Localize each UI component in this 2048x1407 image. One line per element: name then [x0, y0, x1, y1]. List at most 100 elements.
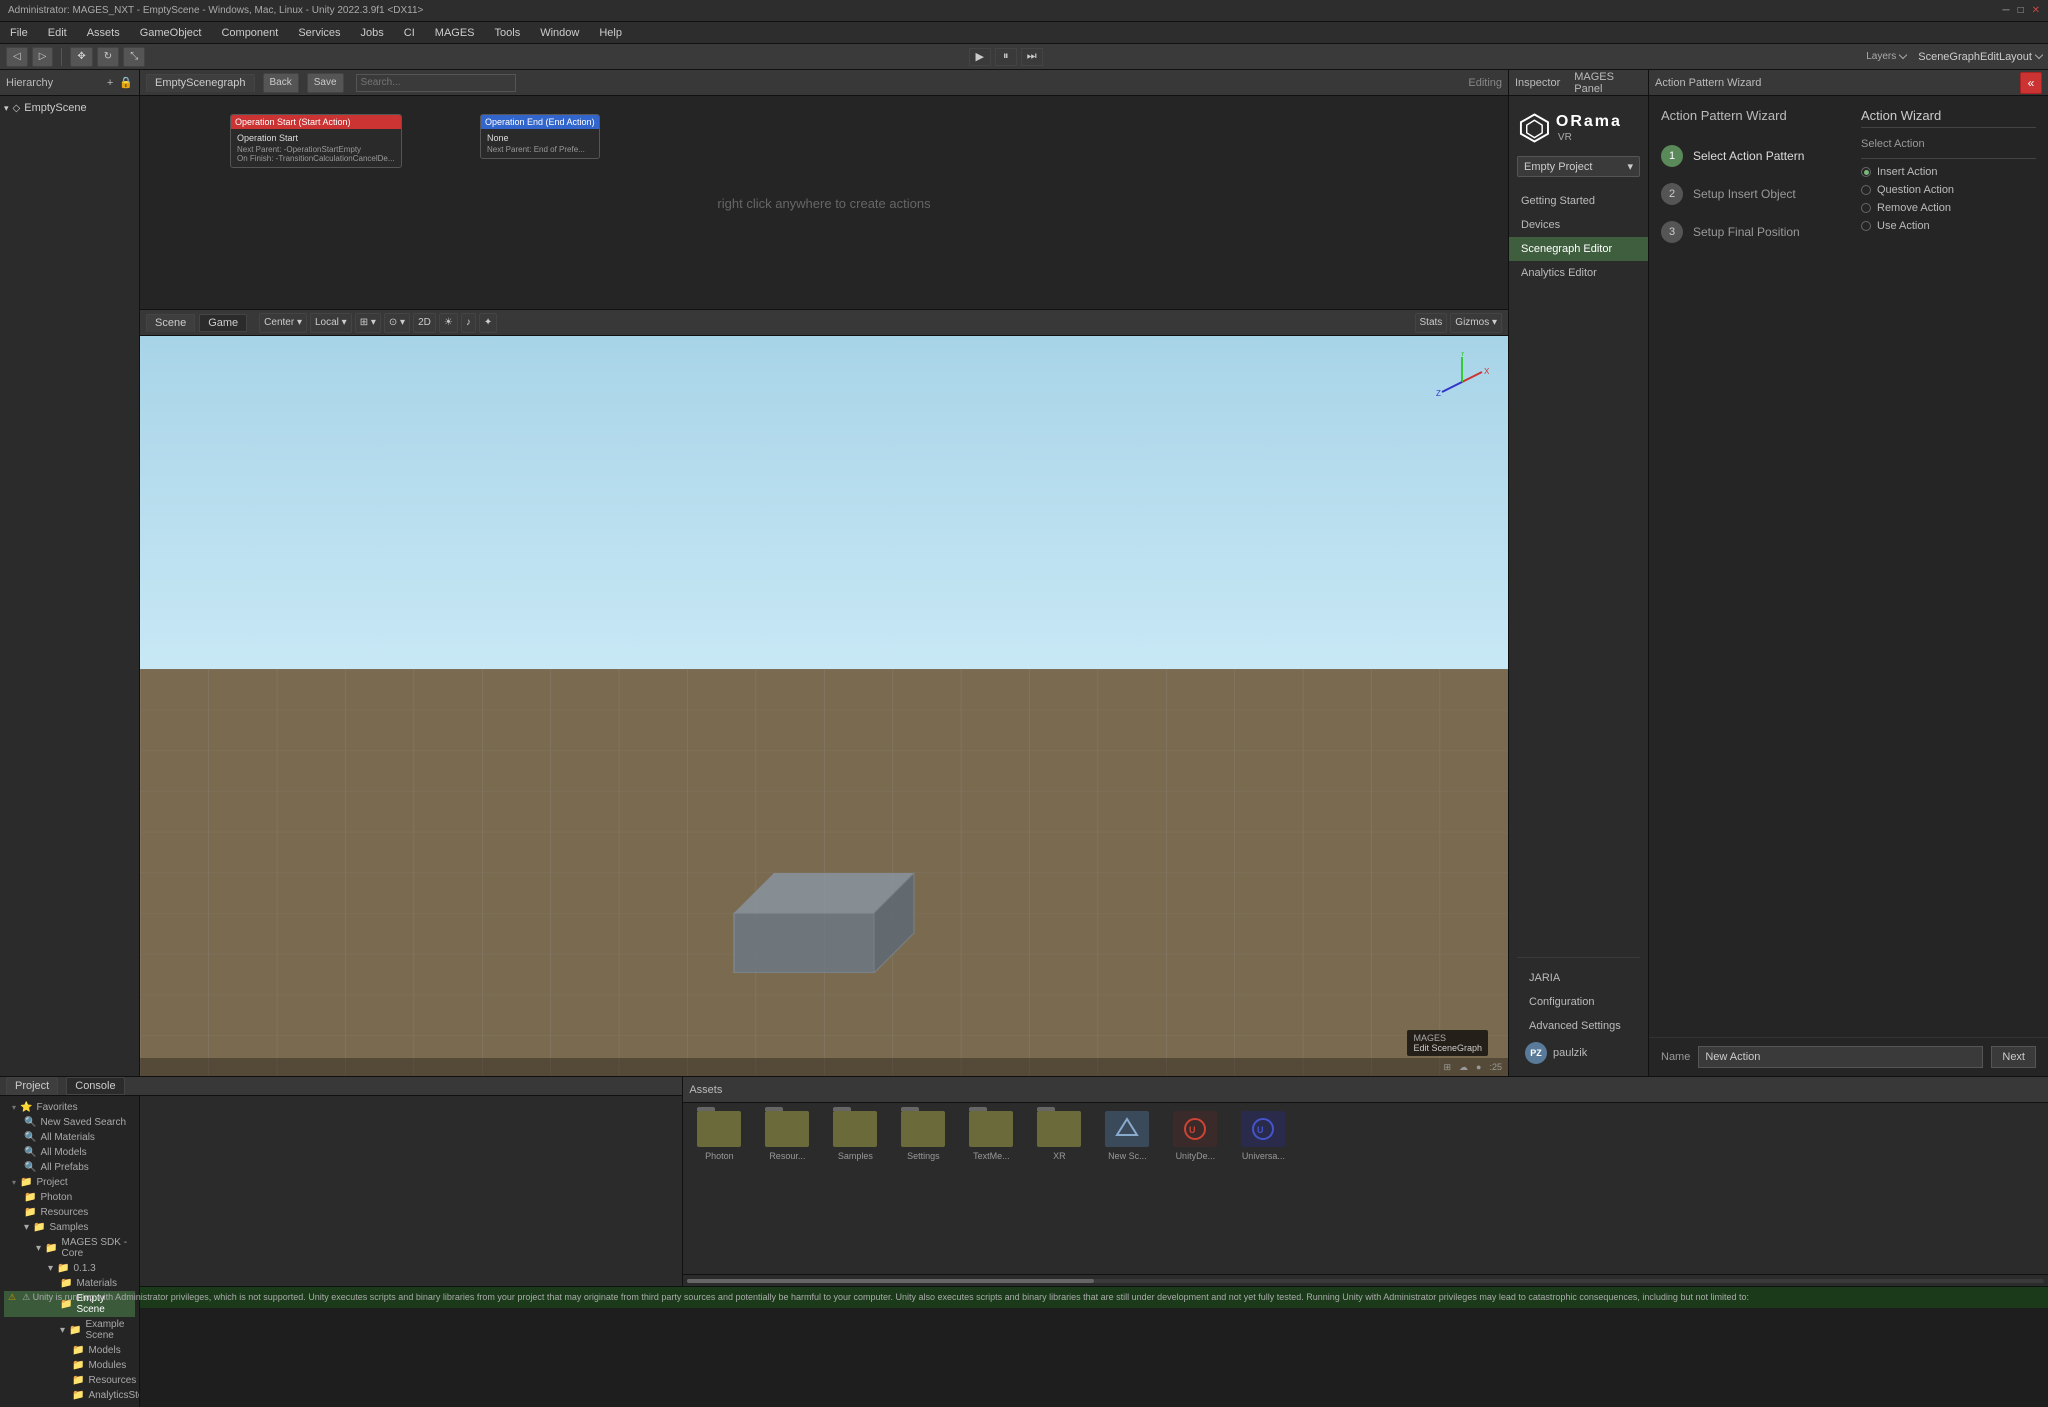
scrollbar-thumb[interactable] — [687, 1279, 1094, 1283]
scene-footer-icon1[interactable]: ⊞ — [1444, 1062, 1452, 1073]
empty-scene-label[interactable]: EmptyScene — [24, 102, 86, 114]
radio-question — [1861, 185, 1871, 195]
favorites-label[interactable]: Favorites — [36, 1102, 77, 1113]
tree-resources2[interactable]: 📁 Resources — [4, 1373, 135, 1388]
menu-file[interactable]: File — [6, 25, 32, 41]
menu-help[interactable]: Help — [595, 25, 626, 41]
scene-footer-icon3[interactable]: ● — [1476, 1062, 1481, 1072]
asset-xr[interactable]: XR — [1031, 1111, 1087, 1161]
tree-new-saved-search[interactable]: 🔍 New Saved Search — [4, 1115, 135, 1130]
asset-new-scene[interactable]: New Sc... — [1099, 1111, 1155, 1161]
assets-content: Photon Resour... Samples Settings TextMe… — [683, 1103, 2048, 1274]
light-toggle[interactable]: ☀ — [439, 313, 458, 333]
undo-btn[interactable]: ◁ — [6, 47, 28, 67]
view-dropdown[interactable]: 2D — [413, 313, 436, 333]
maximize-btn[interactable]: □ — [2018, 5, 2024, 16]
tree-example-scene[interactable]: ▾ 📁 Example Scene — [4, 1317, 135, 1343]
asset-unity-de[interactable]: U UnityDe... — [1167, 1111, 1223, 1161]
asset-resources[interactable]: Resour... — [759, 1111, 815, 1161]
layers-dropdown[interactable] — [1899, 51, 1907, 59]
sg-node-start[interactable]: Operation Start (Start Action) Operation… — [230, 114, 402, 168]
tree-samples[interactable]: ▾ 📁 Samples — [4, 1220, 135, 1235]
menu-gameobject[interactable]: GameObject — [136, 25, 206, 41]
tab-project[interactable]: Project — [6, 1077, 58, 1095]
name-input[interactable] — [1698, 1046, 1983, 1068]
tab-game[interactable]: Game — [199, 314, 247, 332]
action-insert[interactable]: Insert Action — [1861, 163, 2036, 181]
menu-services[interactable]: Services — [294, 25, 344, 41]
hierarchy-expand[interactable]: + — [107, 77, 113, 89]
nav-jaria[interactable]: JARIA — [1517, 966, 1640, 990]
center-dropdown[interactable]: Center ▾ — [259, 313, 307, 333]
asset-settings-label: Settings — [907, 1151, 940, 1161]
back-btn[interactable]: Back — [263, 73, 299, 93]
tab-console[interactable]: Console — [66, 1077, 124, 1095]
hierarchy-lock[interactable]: 🔒 — [119, 76, 133, 89]
audio-toggle[interactable]: ♪ — [461, 313, 476, 333]
action-use[interactable]: Use Action — [1861, 217, 2036, 235]
gizmos-dropdown[interactable]: Gizmos ▾ — [1450, 313, 1502, 333]
next-btn[interactable]: Next — [1991, 1046, 2036, 1068]
nav-devices[interactable]: Devices — [1509, 213, 1648, 237]
tree-materials[interactable]: 📁 Materials — [4, 1276, 135, 1291]
tool-rotate[interactable]: ↻ — [97, 47, 119, 67]
mages-sdk-arrow: ▾ — [36, 1243, 41, 1254]
redo-btn[interactable]: ▷ — [32, 47, 54, 67]
menu-edit[interactable]: Edit — [44, 25, 71, 41]
menu-window[interactable]: Window — [536, 25, 583, 41]
gizmo-dropdown[interactable]: ⊙ ▾ — [384, 313, 410, 333]
asset-photon[interactable]: Photon — [691, 1111, 747, 1161]
close-btn[interactable]: ✕ — [2032, 5, 2040, 16]
tab-scene[interactable]: Scene — [146, 314, 195, 332]
tree-resources[interactable]: 📁 Resources — [4, 1205, 135, 1220]
action-remove[interactable]: Remove Action — [1861, 199, 2036, 217]
tab-scenegraph[interactable]: EmptyScenegraph — [146, 74, 255, 92]
menu-assets[interactable]: Assets — [83, 25, 124, 41]
tree-photon[interactable]: 📁 Photon — [4, 1190, 135, 1205]
menu-component[interactable]: Component — [217, 25, 282, 41]
grid-dropdown[interactable]: ⊞ ▾ — [355, 313, 381, 333]
menu-ci[interactable]: CI — [400, 25, 419, 41]
mages-tooltip[interactable]: MAGES Edit SceneGraph — [1407, 1030, 1488, 1056]
tree-all-prefabs[interactable]: 🔍 All Prefabs — [4, 1160, 135, 1175]
asset-samples[interactable]: Samples — [827, 1111, 883, 1161]
wizard-collapse-btn[interactable]: « — [2020, 72, 2042, 94]
stats-btn[interactable]: Stats — [1415, 313, 1448, 333]
tree-version[interactable]: ▾ 📁 0.1.3 — [4, 1261, 135, 1276]
scene-footer-icon2[interactable]: ☁ — [1459, 1062, 1468, 1073]
tree-all-materials[interactable]: 🔍 All Materials — [4, 1130, 135, 1145]
tree-all-models[interactable]: 🔍 All Models — [4, 1145, 135, 1160]
local-dropdown[interactable]: Local ▾ — [310, 313, 352, 333]
tool-move[interactable]: ✥ — [70, 47, 92, 67]
menu-mages[interactable]: MAGES — [431, 25, 479, 41]
project-selector[interactable]: Empty Project ▾ — [1517, 156, 1640, 177]
nav-analytics-editor[interactable]: Analytics Editor — [1509, 261, 1648, 285]
menu-jobs[interactable]: Jobs — [357, 25, 388, 41]
nav-configuration[interactable]: Configuration — [1517, 990, 1640, 1014]
tree-analytics[interactable]: 📁 AnalyticsStor... — [4, 1388, 135, 1403]
resources2-icon: 📁 — [72, 1375, 84, 1386]
nav-getting-started[interactable]: Getting Started — [1509, 189, 1648, 213]
insert-label: Insert Action — [1877, 166, 1938, 178]
tree-modules[interactable]: 📁 Modules — [4, 1358, 135, 1373]
nav-scenegraph-editor[interactable]: Scenegraph Editor — [1509, 237, 1648, 261]
assets-scrollbar[interactable] — [683, 1274, 2048, 1286]
nav-advanced-settings[interactable]: Advanced Settings — [1517, 1014, 1640, 1038]
minimize-btn[interactable]: ─ — [2002, 5, 2009, 16]
action-question[interactable]: Question Action — [1861, 181, 2036, 199]
asset-universa[interactable]: U Universa... — [1235, 1111, 1291, 1161]
asset-textme[interactable]: TextMe... — [963, 1111, 1019, 1161]
layout-dropdown[interactable] — [2035, 51, 2043, 59]
tree-models[interactable]: 📁 Models — [4, 1343, 135, 1358]
menu-tools[interactable]: Tools — [491, 25, 525, 41]
play-btn[interactable]: ▶ — [969, 48, 991, 66]
sg-node-end[interactable]: Operation End (End Action) None Next Par… — [480, 114, 600, 159]
tree-mages-sdk[interactable]: ▾ 📁 MAGES SDK - Core — [4, 1235, 135, 1261]
scenegraph-search[interactable] — [356, 74, 516, 92]
step-btn[interactable]: ⏭ — [1021, 48, 1043, 66]
save-btn[interactable]: Save — [307, 73, 344, 93]
asset-settings[interactable]: Settings — [895, 1111, 951, 1161]
tool-scale[interactable]: ⤡ — [123, 47, 145, 67]
fx-toggle[interactable]: ✦ — [479, 313, 497, 333]
pause-btn[interactable]: ⏸ — [995, 48, 1017, 66]
